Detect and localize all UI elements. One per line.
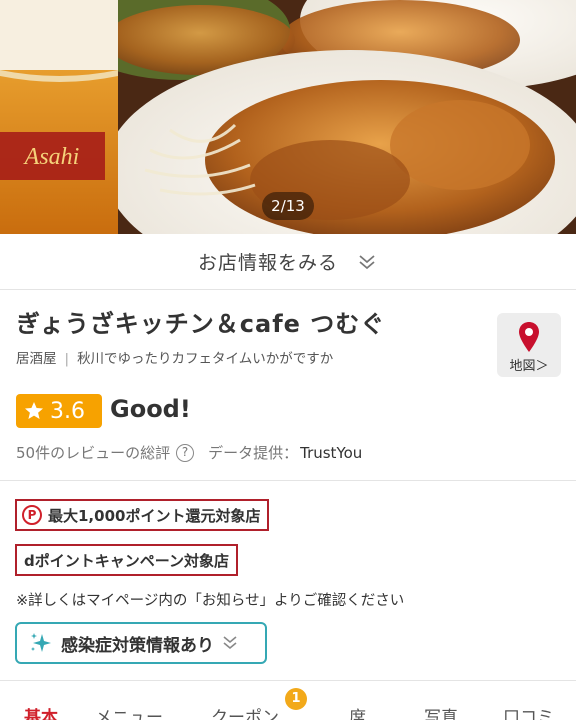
hero-photo[interactable]: Asahi 2/13 — [0, 0, 576, 234]
rating-word: Good! — [110, 395, 191, 423]
shop-genre: 居酒屋 — [16, 351, 57, 367]
map-button[interactable]: 地図＞ — [497, 313, 561, 377]
point-icon: P — [22, 505, 42, 525]
provider-name: TrustYou — [300, 443, 363, 462]
point-return-label: 最大1,000ポイント還元対象店 — [48, 506, 261, 525]
shop-info-toggle-label: お店情報をみる — [197, 252, 338, 274]
tab-coupon[interactable]: クーポン — [211, 703, 279, 720]
review-summary-line: 50件のレビューの総評 ? データ提供： TrustYou — [16, 442, 362, 463]
point-return-badge: P 最大1,000ポイント還元対象店 — [15, 499, 270, 531]
question-circle-icon[interactable]: ? — [176, 443, 195, 462]
coupon-count-badge: 1 — [285, 688, 307, 710]
sparkle-icon — [31, 633, 51, 652]
chevron-double-down-icon — [223, 636, 237, 650]
photo-counter: 2/13 — [262, 192, 314, 220]
tab-basic[interactable]: 基本 — [24, 703, 58, 720]
tab-photos[interactable]: 写真 — [424, 703, 458, 720]
shop-info-toggle[interactable]: お店情報をみる — [0, 234, 576, 290]
tab-reviews[interactable]: 口コミ — [503, 703, 554, 720]
d-point-campaign-badge: dポイントキャンペーン対象店 — [15, 544, 238, 576]
shop-subtitle: 居酒屋 | 秋川でゆったりカフェタイムいかがですか — [16, 347, 333, 367]
chevron-double-down-icon — [359, 254, 375, 269]
star-icon — [25, 402, 43, 419]
d-point-campaign-label: dポイントキャンペーン対象店 — [24, 551, 229, 570]
divider — [0, 480, 576, 481]
rating-badge: 3.6 — [16, 394, 102, 428]
review-summary: 50件のレビューの総評 — [16, 444, 171, 462]
tab-seats[interactable]: 席 — [349, 703, 366, 720]
separator: | — [64, 351, 70, 367]
rating-score: 3.6 — [50, 398, 85, 424]
map-pin-icon — [519, 322, 539, 352]
svg-text:Asahi: Asahi — [23, 144, 80, 170]
infection-measures-label: 感染症対策情報あり — [61, 635, 214, 656]
points-note: ※詳しくはマイページ内の「お知らせ」よりご確認ください — [16, 593, 405, 609]
shop-name: ぎょうざキッチン＆cafe つむぐ — [16, 310, 386, 338]
map-label: 地図＞ — [509, 359, 549, 374]
tab-menu[interactable]: メニュー — [95, 703, 163, 720]
infection-measures-button[interactable]: 感染症対策情報あり — [15, 622, 267, 664]
shop-catchphrase: 秋川でゆったりカフェタイムいかがですか — [77, 351, 334, 367]
provider-prefix: データ提供： — [208, 444, 299, 462]
